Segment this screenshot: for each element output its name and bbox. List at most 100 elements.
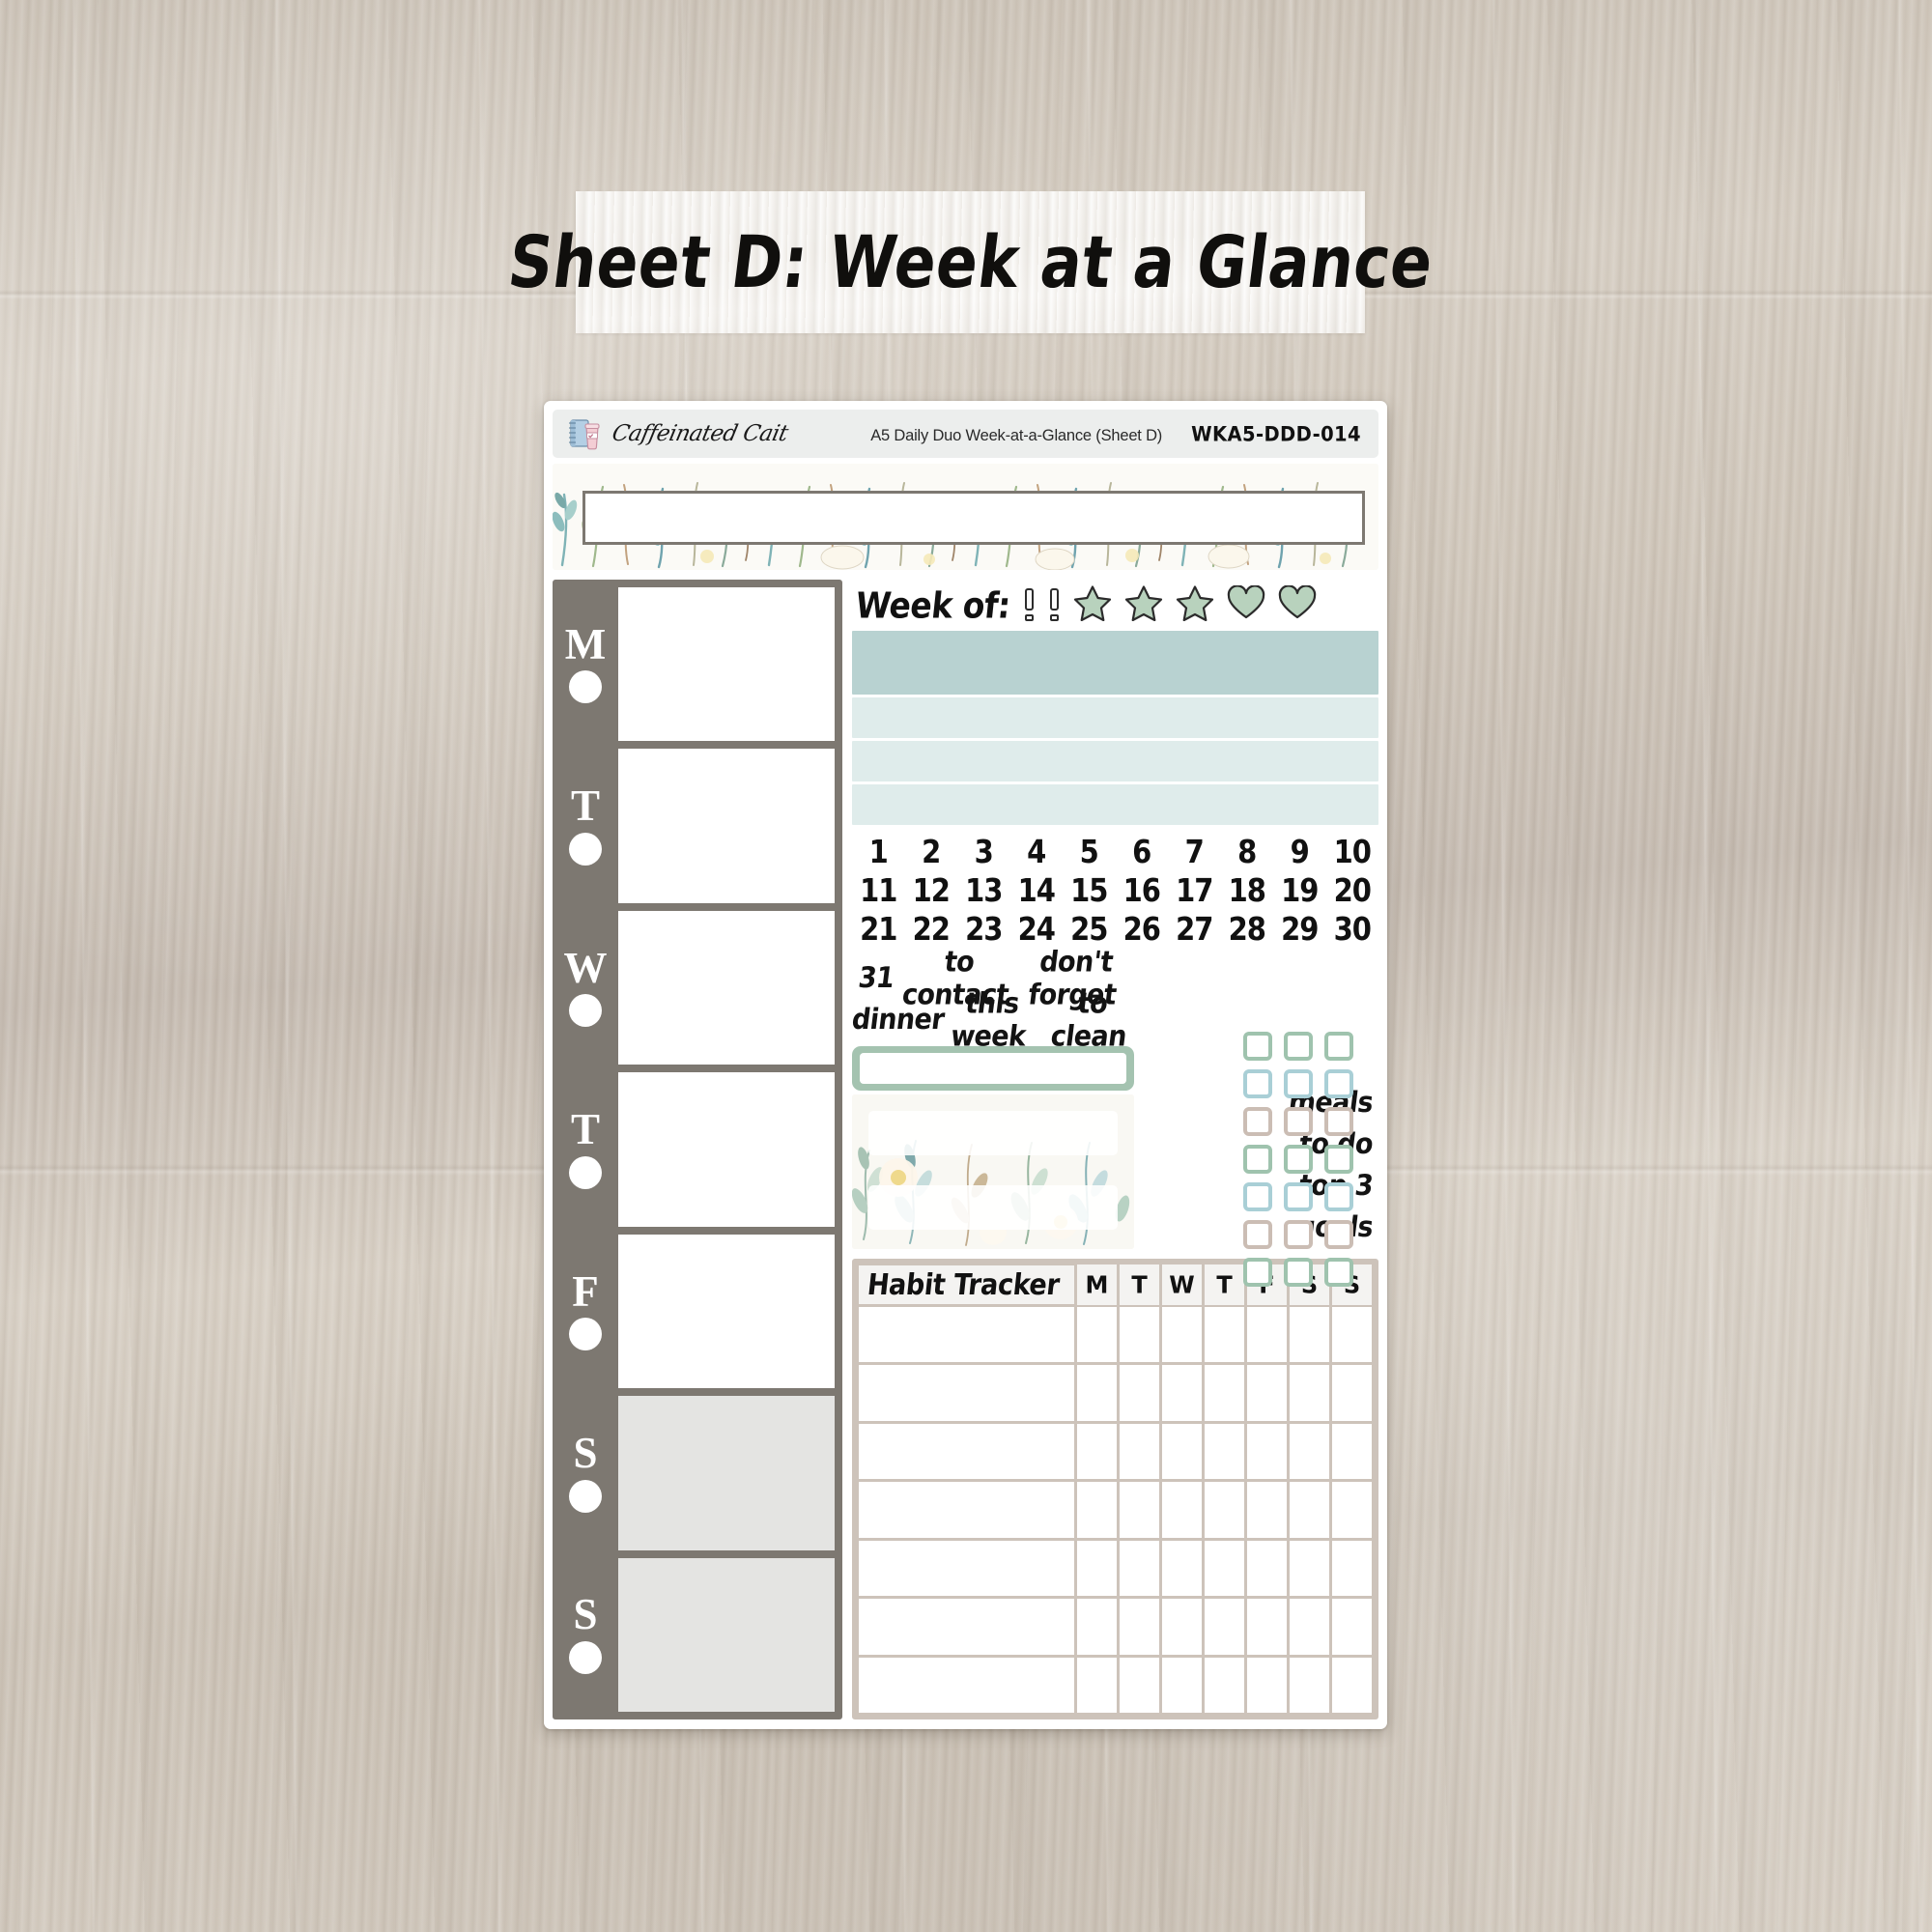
banner-header-box[interactable] bbox=[582, 491, 1365, 545]
checkbox-sticker[interactable] bbox=[1324, 1107, 1353, 1136]
word-sticker[interactable]: 31 bbox=[850, 961, 902, 994]
date-number[interactable]: 23 bbox=[957, 911, 1010, 948]
habit-day-cell[interactable] bbox=[1120, 1482, 1159, 1538]
habit-day-cell[interactable] bbox=[1162, 1365, 1202, 1421]
habit-day-cell[interactable] bbox=[1332, 1423, 1372, 1480]
habit-name-cell[interactable] bbox=[859, 1307, 1074, 1363]
habit-day-cell[interactable] bbox=[1205, 1365, 1244, 1421]
habit-day-cell[interactable] bbox=[1120, 1540, 1159, 1597]
habit-day-cell[interactable] bbox=[1332, 1540, 1372, 1597]
checkbox-sticker[interactable] bbox=[1243, 1107, 1272, 1136]
date-number[interactable]: 18 bbox=[1221, 872, 1274, 909]
habit-day-cell[interactable] bbox=[1205, 1423, 1244, 1480]
banner-strip-light[interactable] bbox=[852, 741, 1378, 781]
day-note-box[interactable] bbox=[618, 1234, 835, 1389]
date-number[interactable]: 9 bbox=[1273, 834, 1326, 870]
checkbox-sticker[interactable] bbox=[1243, 1145, 1272, 1174]
habit-day-cell[interactable] bbox=[1162, 1599, 1202, 1655]
date-number[interactable]: 12 bbox=[905, 872, 958, 909]
checkbox-sticker[interactable] bbox=[1324, 1258, 1353, 1287]
date-number[interactable]: 11 bbox=[852, 872, 905, 909]
word-sticker[interactable]: dinner bbox=[850, 1003, 946, 1036]
heart-icon[interactable] bbox=[1227, 583, 1265, 625]
word-sticker[interactable]: this week bbox=[929, 986, 1051, 1052]
habit-day-cell[interactable] bbox=[1247, 1482, 1287, 1538]
checkbox-sticker[interactable] bbox=[1243, 1220, 1272, 1249]
habit-day-cell[interactable] bbox=[1290, 1423, 1329, 1480]
habit-day-cell[interactable] bbox=[1162, 1307, 1202, 1363]
habit-name-cell[interactable] bbox=[859, 1423, 1074, 1480]
habit-day-cell[interactable] bbox=[1332, 1657, 1372, 1713]
date-number[interactable]: 27 bbox=[1168, 911, 1221, 948]
floral-label-strip[interactable] bbox=[868, 1185, 1118, 1230]
floral-label-strip[interactable] bbox=[868, 1111, 1118, 1155]
habit-day-cell[interactable] bbox=[1247, 1540, 1287, 1597]
habit-day-cell[interactable] bbox=[1162, 1657, 1202, 1713]
habit-day-cell[interactable] bbox=[1332, 1365, 1372, 1421]
date-number[interactable]: 28 bbox=[1221, 911, 1274, 948]
habit-day-cell[interactable] bbox=[1332, 1482, 1372, 1538]
date-number[interactable]: 21 bbox=[852, 911, 905, 948]
habit-day-cell[interactable] bbox=[1332, 1599, 1372, 1655]
habit-day-cell[interactable] bbox=[1290, 1365, 1329, 1421]
checkbox-sticker[interactable] bbox=[1243, 1182, 1272, 1211]
habit-name-cell[interactable] bbox=[859, 1540, 1074, 1597]
banner-strip-light[interactable] bbox=[852, 697, 1378, 738]
banner-strip-dark[interactable] bbox=[852, 631, 1378, 695]
day-note-box[interactable] bbox=[618, 587, 835, 742]
heart-icon[interactable] bbox=[1278, 583, 1317, 625]
date-number[interactable]: 29 bbox=[1273, 911, 1326, 948]
habit-day-cell[interactable] bbox=[1247, 1307, 1287, 1363]
date-number[interactable]: 3 bbox=[957, 834, 1010, 870]
habit-day-cell[interactable] bbox=[1290, 1540, 1329, 1597]
checkbox-sticker[interactable] bbox=[1284, 1258, 1313, 1287]
date-number[interactable]: 4 bbox=[1010, 834, 1064, 870]
date-number[interactable]: 19 bbox=[1273, 872, 1326, 909]
date-number[interactable]: 5 bbox=[1063, 834, 1116, 870]
habit-day-cell[interactable] bbox=[1290, 1599, 1329, 1655]
habit-day-cell[interactable] bbox=[1247, 1599, 1287, 1655]
date-number[interactable]: 30 bbox=[1326, 911, 1379, 948]
habit-day-cell[interactable] bbox=[1120, 1599, 1159, 1655]
checkbox-sticker[interactable] bbox=[1284, 1182, 1313, 1211]
habit-name-cell[interactable] bbox=[859, 1365, 1074, 1421]
day-note-box[interactable] bbox=[618, 910, 835, 1065]
checkbox-sticker[interactable] bbox=[1243, 1032, 1272, 1061]
habit-day-cell[interactable] bbox=[1120, 1657, 1159, 1713]
checkbox-sticker[interactable] bbox=[1324, 1069, 1353, 1098]
checkbox-sticker[interactable] bbox=[1284, 1032, 1313, 1061]
habit-day-cell[interactable] bbox=[1077, 1307, 1117, 1363]
date-number[interactable]: 10 bbox=[1326, 834, 1379, 870]
habit-day-cell[interactable] bbox=[1247, 1423, 1287, 1480]
habit-day-cell[interactable] bbox=[1077, 1482, 1117, 1538]
habit-day-cell[interactable] bbox=[1162, 1540, 1202, 1597]
checkbox-sticker[interactable] bbox=[1284, 1107, 1313, 1136]
checkbox-sticker[interactable] bbox=[1324, 1182, 1353, 1211]
exclamation-icon[interactable] bbox=[1023, 588, 1036, 621]
date-number[interactable]: 24 bbox=[1010, 911, 1064, 948]
habit-day-cell[interactable] bbox=[1290, 1482, 1329, 1538]
date-number[interactable]: 13 bbox=[957, 872, 1010, 909]
star-icon[interactable] bbox=[1124, 584, 1163, 626]
habit-day-cell[interactable] bbox=[1120, 1423, 1159, 1480]
date-number[interactable]: 15 bbox=[1063, 872, 1116, 909]
checkbox-sticker[interactable] bbox=[1324, 1220, 1353, 1249]
date-number[interactable]: 2 bbox=[905, 834, 958, 870]
habit-day-cell[interactable] bbox=[1205, 1657, 1244, 1713]
habit-day-cell[interactable] bbox=[1077, 1599, 1117, 1655]
star-icon[interactable] bbox=[1073, 584, 1112, 626]
checkbox-sticker[interactable] bbox=[1243, 1069, 1272, 1098]
date-number[interactable]: 14 bbox=[1010, 872, 1064, 909]
habit-day-cell[interactable] bbox=[1290, 1657, 1329, 1713]
sage-label-writing-area[interactable] bbox=[860, 1053, 1126, 1084]
date-number[interactable]: 7 bbox=[1168, 834, 1221, 870]
habit-day-cell[interactable] bbox=[1205, 1482, 1244, 1538]
checkbox-sticker[interactable] bbox=[1284, 1145, 1313, 1174]
date-number[interactable]: 16 bbox=[1116, 872, 1169, 909]
day-note-box[interactable] bbox=[618, 749, 835, 903]
date-number[interactable]: 25 bbox=[1063, 911, 1116, 948]
date-number[interactable]: 17 bbox=[1168, 872, 1221, 909]
date-number[interactable]: 1 bbox=[852, 834, 905, 870]
checkbox-sticker[interactable] bbox=[1324, 1145, 1353, 1174]
day-note-box-weekend[interactable] bbox=[618, 1557, 835, 1712]
